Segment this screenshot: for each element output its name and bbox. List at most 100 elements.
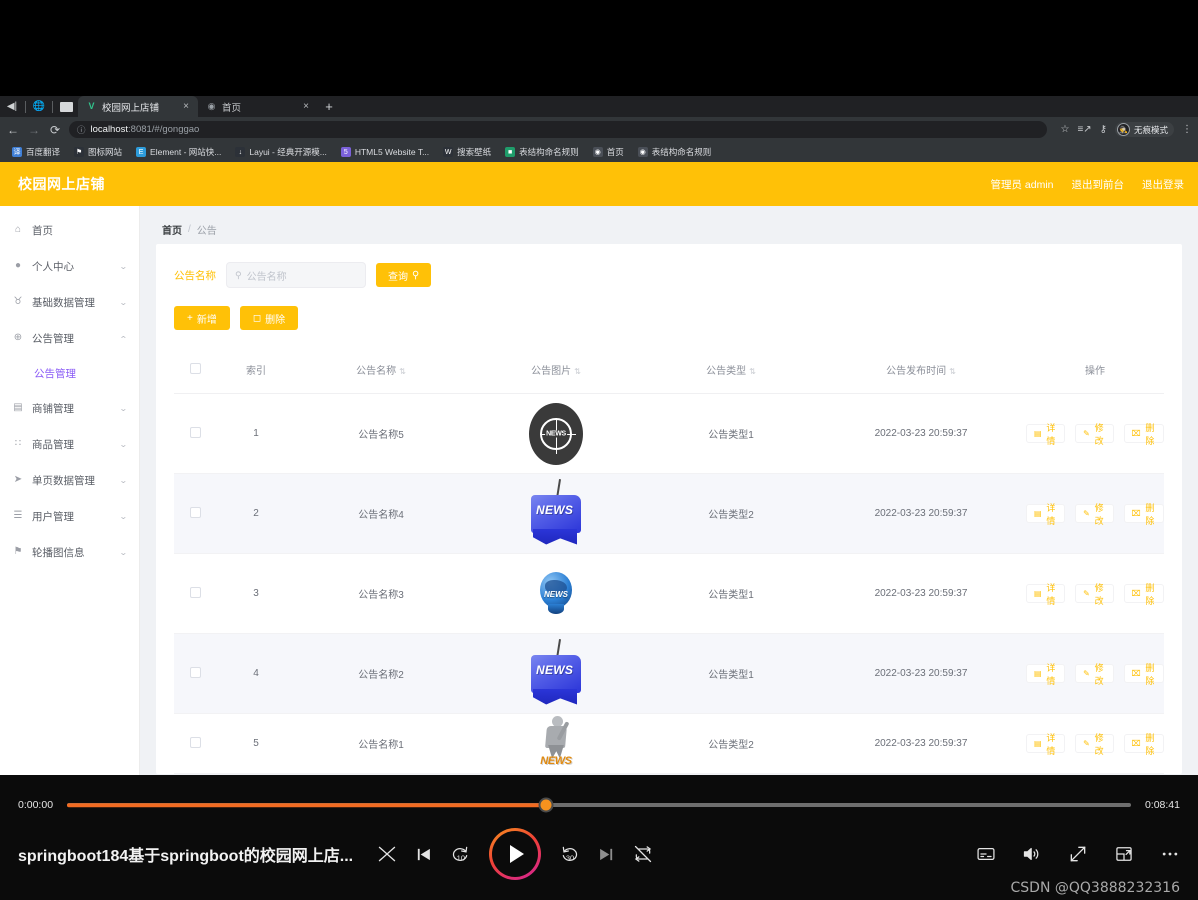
picture-in-picture-icon[interactable] bbox=[1114, 844, 1134, 864]
sidebar-item-1[interactable]: ● 个人中心 ⌄ bbox=[0, 248, 139, 284]
exit-to-frontend-link[interactable]: 退出到前台 bbox=[1072, 177, 1125, 192]
breadcrumb-home[interactable]: 首页 bbox=[162, 222, 182, 237]
browser-tab-active[interactable]: V 校园网上店铺 × bbox=[78, 96, 198, 117]
bookmark-item[interactable]: ⚑ 图标网站 bbox=[67, 144, 129, 160]
row-checkbox[interactable] bbox=[189, 506, 201, 518]
bookmark-item[interactable]: 5 HTML5 Website T... bbox=[334, 144, 436, 160]
table-body: 1 公告名称5 NEWS 公告类型1 2022-03-23 20:59:37 ▤ 详情 ✎ 修改… bbox=[174, 393, 1164, 774]
volume-icon[interactable] bbox=[1022, 844, 1042, 864]
more-options-icon[interactable] bbox=[1160, 844, 1180, 864]
edit-button-label: 修改 bbox=[1094, 582, 1104, 606]
delete-button[interactable]: ⌧ 删除 bbox=[1123, 733, 1164, 756]
bookmark-item[interactable]: E Element - 网站快... bbox=[129, 144, 228, 160]
window-square-icon[interactable] bbox=[58, 99, 74, 114]
edit-button[interactable]: ✎ 修改 bbox=[1075, 503, 1114, 526]
rewind-10-icon[interactable]: 10 bbox=[450, 844, 470, 864]
table-row[interactable]: 1 公告名称5 NEWS 公告类型1 2022-03-23 20:59:37 ▤ 详情 ✎ 修改… bbox=[174, 393, 1164, 474]
sidebar-item-0[interactable]: ⌂ 首页 bbox=[0, 212, 139, 248]
column-image[interactable]: 公告图片 ⇅ bbox=[466, 352, 646, 394]
seek-handle[interactable] bbox=[538, 797, 554, 813]
announcement-image-news-dark-globe: NEWS bbox=[466, 402, 646, 465]
logout-link[interactable]: 退出登录 bbox=[1142, 177, 1184, 192]
reload-icon[interactable]: ⟳ bbox=[48, 124, 62, 136]
globe-icon[interactable]: 🌐 bbox=[31, 99, 47, 114]
table-row[interactable]: 3 公告名称3 NEWS 公告类型1 2022-03-23 20:59:37 ▤ 详情 ✎ 修改… bbox=[174, 553, 1164, 634]
edit-button[interactable]: ✎ 修改 bbox=[1075, 423, 1114, 446]
search-icon: ⚲ bbox=[235, 269, 242, 280]
back-icon[interactable]: ← bbox=[6, 124, 20, 136]
bookmark-item[interactable]: ◉ 表结构命名规则 bbox=[631, 144, 719, 160]
incognito-badge[interactable]: 🕵 无痕模式 bbox=[1114, 122, 1174, 137]
sidebar-item-3[interactable]: ⊕ 公告管理 ⌄ bbox=[0, 320, 139, 356]
seek-bar[interactable] bbox=[67, 797, 1131, 813]
row-operations: ▤ 详情 ✎ 修改 ⌧ 删除 bbox=[1026, 733, 1164, 756]
total-time: 0:08:41 bbox=[1144, 799, 1180, 811]
sidebar-item-5[interactable]: ∷ 商品管理 ⌄ bbox=[0, 426, 139, 462]
close-icon[interactable]: × bbox=[180, 101, 192, 112]
bookmark-item[interactable]: ↓ Layui - 经典开源模... bbox=[228, 144, 333, 160]
search-button[interactable]: 查询 ⚲ bbox=[376, 263, 432, 287]
address-bar[interactable]: ⓘ localhost:8081/#/gonggao bbox=[69, 121, 1048, 138]
previous-icon[interactable] bbox=[415, 846, 432, 863]
column-type[interactable]: 公告类型 ⇅ bbox=[646, 352, 816, 394]
key-icon[interactable]: ⚷ bbox=[1100, 124, 1107, 135]
sort-icon[interactable]: ⇅ bbox=[574, 367, 581, 376]
delete-button[interactable]: ⌧ 删除 bbox=[1123, 663, 1164, 686]
delete-button[interactable]: ⌧ 删除 bbox=[1123, 583, 1164, 606]
next-icon[interactable] bbox=[598, 846, 615, 863]
edit-button[interactable]: ✎ 修改 bbox=[1075, 663, 1114, 686]
bookmark-item[interactable]: W 搜索壁纸 bbox=[436, 144, 498, 160]
delete-button[interactable]: ⌧ 删除 bbox=[1123, 423, 1164, 446]
repeat-off-icon[interactable] bbox=[633, 844, 653, 864]
add-button[interactable]: + 新增 bbox=[174, 306, 230, 330]
forward-icon[interactable]: → bbox=[27, 124, 41, 136]
new-tab-button[interactable]: + bbox=[318, 96, 340, 117]
reading-list-icon[interactable]: ≡↗ bbox=[1077, 124, 1091, 135]
row-checkbox[interactable] bbox=[189, 586, 201, 598]
star-icon[interactable]: ☆ bbox=[1060, 124, 1069, 135]
sidebar-item-4[interactable]: ▤ 商铺管理 ⌄ bbox=[0, 390, 139, 426]
sidebar-item-6[interactable]: ➤ 单页数据管理 ⌄ bbox=[0, 462, 139, 498]
bookmark-item[interactable]: ◉ 首页 bbox=[586, 144, 631, 160]
detail-button[interactable]: ▤ 详情 bbox=[1026, 663, 1066, 686]
sort-icon[interactable]: ⇅ bbox=[749, 367, 756, 376]
back-arrow-icon[interactable]: ◀| bbox=[4, 99, 20, 114]
bookmark-item[interactable]: ■ 表结构命名规则 bbox=[498, 144, 586, 160]
row-checkbox[interactable] bbox=[189, 426, 201, 438]
table-row[interactable]: 5 公告名称1 NEWS 公告类型2 2022-03-23 20:59:37 ▤ 详情 ✎ 修改… bbox=[174, 713, 1164, 774]
bookmark-item[interactable]: 译百度翻译 bbox=[5, 144, 67, 160]
detail-button[interactable]: ▤ 详情 bbox=[1026, 423, 1066, 446]
sidebar-item-label: 轮播图信息 bbox=[32, 546, 85, 559]
select-all-checkbox[interactable] bbox=[189, 362, 201, 374]
detail-button[interactable]: ▤ 详情 bbox=[1026, 583, 1066, 606]
sidebar-submenu-item-active[interactable]: 公告管理 bbox=[0, 356, 139, 390]
table-row[interactable]: 2 公告名称4 NEWS 公告类型2 2022-03-23 20:59:37 ▤ 详情 ✎ 修改… bbox=[174, 473, 1164, 554]
column-time[interactable]: 公告发布时间 ⇅ bbox=[816, 352, 1026, 394]
sort-icon[interactable]: ⇅ bbox=[949, 367, 956, 376]
fullscreen-icon[interactable] bbox=[1068, 844, 1088, 864]
table-row[interactable]: 4 公告名称2 NEWS 公告类型1 2022-03-23 20:59:37 ▤ 详情 ✎ 修改… bbox=[174, 633, 1164, 714]
forward-30-icon[interactable]: 30 bbox=[560, 844, 580, 864]
subtitles-icon[interactable] bbox=[976, 844, 996, 864]
sidebar-item-7[interactable]: ☰ 用户管理 ⌄ bbox=[0, 498, 139, 534]
sidebar-item-2[interactable]: ♉ 基础数据管理 ⌄ bbox=[0, 284, 139, 320]
browser-tab-inactive[interactable]: ◉ 首页 × bbox=[198, 96, 318, 117]
shuffle-icon[interactable] bbox=[377, 844, 397, 864]
close-icon[interactable]: × bbox=[300, 101, 312, 112]
search-input[interactable]: ⚲ 公告名称 bbox=[226, 262, 366, 288]
sidebar-item-8[interactable]: ⚑ 轮播图信息 ⌄ bbox=[0, 534, 139, 570]
delete-button[interactable]: ◻ 删除 bbox=[239, 306, 299, 330]
play-button[interactable] bbox=[489, 828, 542, 880]
edit-button[interactable]: ✎ 修改 bbox=[1075, 583, 1114, 606]
detail-button[interactable]: ▤ 详情 bbox=[1026, 733, 1066, 756]
row-checkbox[interactable] bbox=[189, 666, 201, 678]
detail-button[interactable]: ▤ 详情 bbox=[1026, 503, 1066, 526]
sort-icon[interactable]: ⇅ bbox=[399, 367, 406, 376]
delete-button[interactable]: ⌧ 删除 bbox=[1123, 503, 1164, 526]
column-name[interactable]: 公告名称 ⇅ bbox=[296, 352, 466, 394]
row-checkbox[interactable] bbox=[189, 736, 201, 748]
bookmark-label: 搜索壁纸 bbox=[457, 147, 492, 157]
site-info-icon[interactable]: ⓘ bbox=[77, 124, 86, 136]
edit-button[interactable]: ✎ 修改 bbox=[1075, 733, 1114, 756]
menu-icon[interactable]: ⋮ bbox=[1182, 124, 1192, 135]
